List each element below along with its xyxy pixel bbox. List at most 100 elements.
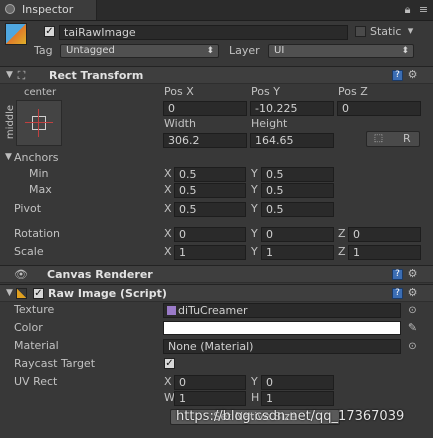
uv-y-field[interactable]: 0: [261, 375, 334, 390]
lock-icon[interactable]: 🔒︎: [401, 3, 414, 16]
scale-y-field[interactable]: 1: [261, 245, 334, 260]
rotation-y-field[interactable]: 0: [261, 227, 334, 242]
layer-label: Layer: [229, 44, 260, 57]
raw-edit-button[interactable]: R: [403, 132, 411, 146]
uv-x-field[interactable]: 0: [174, 375, 246, 390]
rect-transform-header[interactable]: ▼ ⛶ Rect Transform ? ⚙: [0, 66, 433, 84]
eye-icon: 👁︎: [14, 268, 28, 281]
canvas-renderer-title: Canvas Renderer: [47, 268, 153, 281]
pos-x-label: Pos X: [164, 85, 194, 98]
blueprint-raw-buttons: ⬚ R: [366, 131, 420, 147]
eyedropper-icon[interactable]: ✎: [406, 321, 419, 334]
axis-x-label: X: [164, 183, 172, 196]
axis-z-label: Z: [338, 227, 346, 240]
texture-value: diTuCreamer: [178, 304, 248, 317]
raw-image-enabled-checkbox[interactable]: ✓: [33, 288, 44, 299]
axis-y-label: Y: [251, 245, 258, 258]
static-checkbox[interactable]: [355, 26, 366, 37]
pos-x-field[interactable]: 0: [163, 101, 247, 116]
anchor-min-label: Min: [29, 167, 49, 180]
anchor-min-y-field[interactable]: 0.5: [261, 167, 334, 182]
anchors-label: Anchors: [14, 151, 59, 164]
raw-image-header[interactable]: ▼ ✓ Raw Image (Script) ? ⚙: [0, 284, 433, 302]
scale-z-field[interactable]: 1: [348, 245, 421, 260]
raw-image-icon: [16, 288, 27, 299]
tag-value: Untagged: [66, 45, 115, 56]
scale-label: Scale: [14, 245, 44, 258]
rect-transform-title: Rect Transform: [49, 69, 144, 82]
axis-y-label: Y: [251, 183, 258, 196]
axis-z-label: Z: [338, 245, 346, 258]
height-label: Height: [251, 117, 288, 130]
tag-dropdown[interactable]: Untagged ⬍: [60, 44, 219, 58]
anchor-max-label: Max: [29, 183, 52, 196]
pos-z-field[interactable]: 0: [337, 101, 421, 116]
blueprint-mode-button[interactable]: ⬚: [372, 132, 385, 145]
pivot-x-field[interactable]: 0.5: [174, 202, 246, 217]
axis-x-label: X: [164, 167, 172, 180]
layer-dropdown[interactable]: UI ⬍: [268, 44, 414, 58]
pivot-label: Pivot: [14, 202, 42, 215]
object-picker-icon[interactable]: ⊙: [406, 304, 419, 317]
anchor-vline: [38, 109, 39, 137]
tab-title: Inspector: [22, 3, 74, 16]
uv-w-field[interactable]: 1: [174, 391, 246, 406]
axis-y-label: Y: [251, 167, 258, 180]
anchor-max-y-field[interactable]: 0.5: [261, 183, 334, 198]
inspector-tab-bar: Inspector 🔒︎ ≡: [0, 0, 433, 21]
chevron-down-icon: ⬍: [401, 46, 409, 56]
uv-rect-label: UV Rect: [14, 375, 58, 388]
layer-value: UI: [274, 45, 285, 56]
pivot-y-field[interactable]: 0.5: [261, 202, 334, 217]
rect-transform-icon: ⛶: [17, 69, 26, 82]
raycast-target-checkbox[interactable]: ✓: [164, 358, 175, 369]
static-label: Static: [370, 25, 402, 38]
axis-y-label: Y: [251, 375, 258, 388]
active-checkbox[interactable]: ✓: [44, 26, 55, 37]
rotation-label: Rotation: [14, 227, 61, 240]
foldout-arrow-icon[interactable]: ▼: [3, 287, 16, 300]
color-swatch[interactable]: [163, 321, 401, 335]
texture-field[interactable]: diTuCreamer: [163, 303, 401, 318]
gear-icon[interactable]: ⚙: [406, 68, 419, 81]
axis-x-label: X: [164, 202, 172, 215]
axis-y-label: Y: [251, 227, 258, 240]
gear-icon[interactable]: ⚙: [406, 267, 419, 280]
tag-label: Tag: [34, 44, 53, 57]
help-icon[interactable]: ?: [392, 269, 403, 280]
anchor-preset-top-label: center: [24, 87, 57, 98]
texture-label: Texture: [14, 303, 55, 316]
anchor-min-x-field[interactable]: 0.5: [174, 167, 246, 182]
object-name-input[interactable]: taiRawImage: [59, 25, 348, 40]
object-picker-icon[interactable]: ⊙: [406, 340, 419, 353]
uv-h-field[interactable]: 1: [261, 391, 334, 406]
watermark: https://blog.csdn.net/qq_17367039: [176, 409, 405, 424]
info-icon: [5, 4, 15, 14]
rotation-z-field[interactable]: 0: [348, 227, 421, 242]
canvas-renderer-header[interactable]: 👁︎ Canvas Renderer ? ⚙: [0, 265, 433, 283]
anchor-max-x-field[interactable]: 0.5: [174, 183, 246, 198]
height-field[interactable]: 164.65: [250, 133, 334, 148]
anchor-box-icon: [32, 116, 46, 130]
material-field[interactable]: None (Material): [163, 339, 401, 354]
menu-icon[interactable]: ≡: [417, 3, 430, 16]
axis-x-label: X: [164, 375, 172, 388]
tab-inspector[interactable]: Inspector: [0, 0, 97, 20]
gear-icon[interactable]: ⚙: [406, 286, 419, 299]
rotation-x-field[interactable]: 0: [174, 227, 246, 242]
gameobject-cube-icon: [5, 23, 27, 45]
help-icon[interactable]: ?: [392, 288, 403, 299]
axis-x-label: X: [164, 227, 172, 240]
scale-x-field[interactable]: 1: [174, 245, 246, 260]
texture-icon: [167, 306, 176, 315]
axis-h-label: H: [251, 391, 260, 404]
pos-y-label: Pos Y: [251, 85, 280, 98]
anchor-presets-button[interactable]: [16, 100, 62, 146]
help-icon[interactable]: ?: [392, 70, 403, 81]
static-dropdown-icon[interactable]: ▾: [404, 24, 417, 37]
axis-y-label: Y: [251, 202, 258, 215]
axis-x-label: X: [164, 245, 172, 258]
width-field[interactable]: 306.2: [163, 133, 247, 148]
width-label: Width: [164, 117, 196, 130]
pos-y-field[interactable]: -10.225: [250, 101, 334, 116]
